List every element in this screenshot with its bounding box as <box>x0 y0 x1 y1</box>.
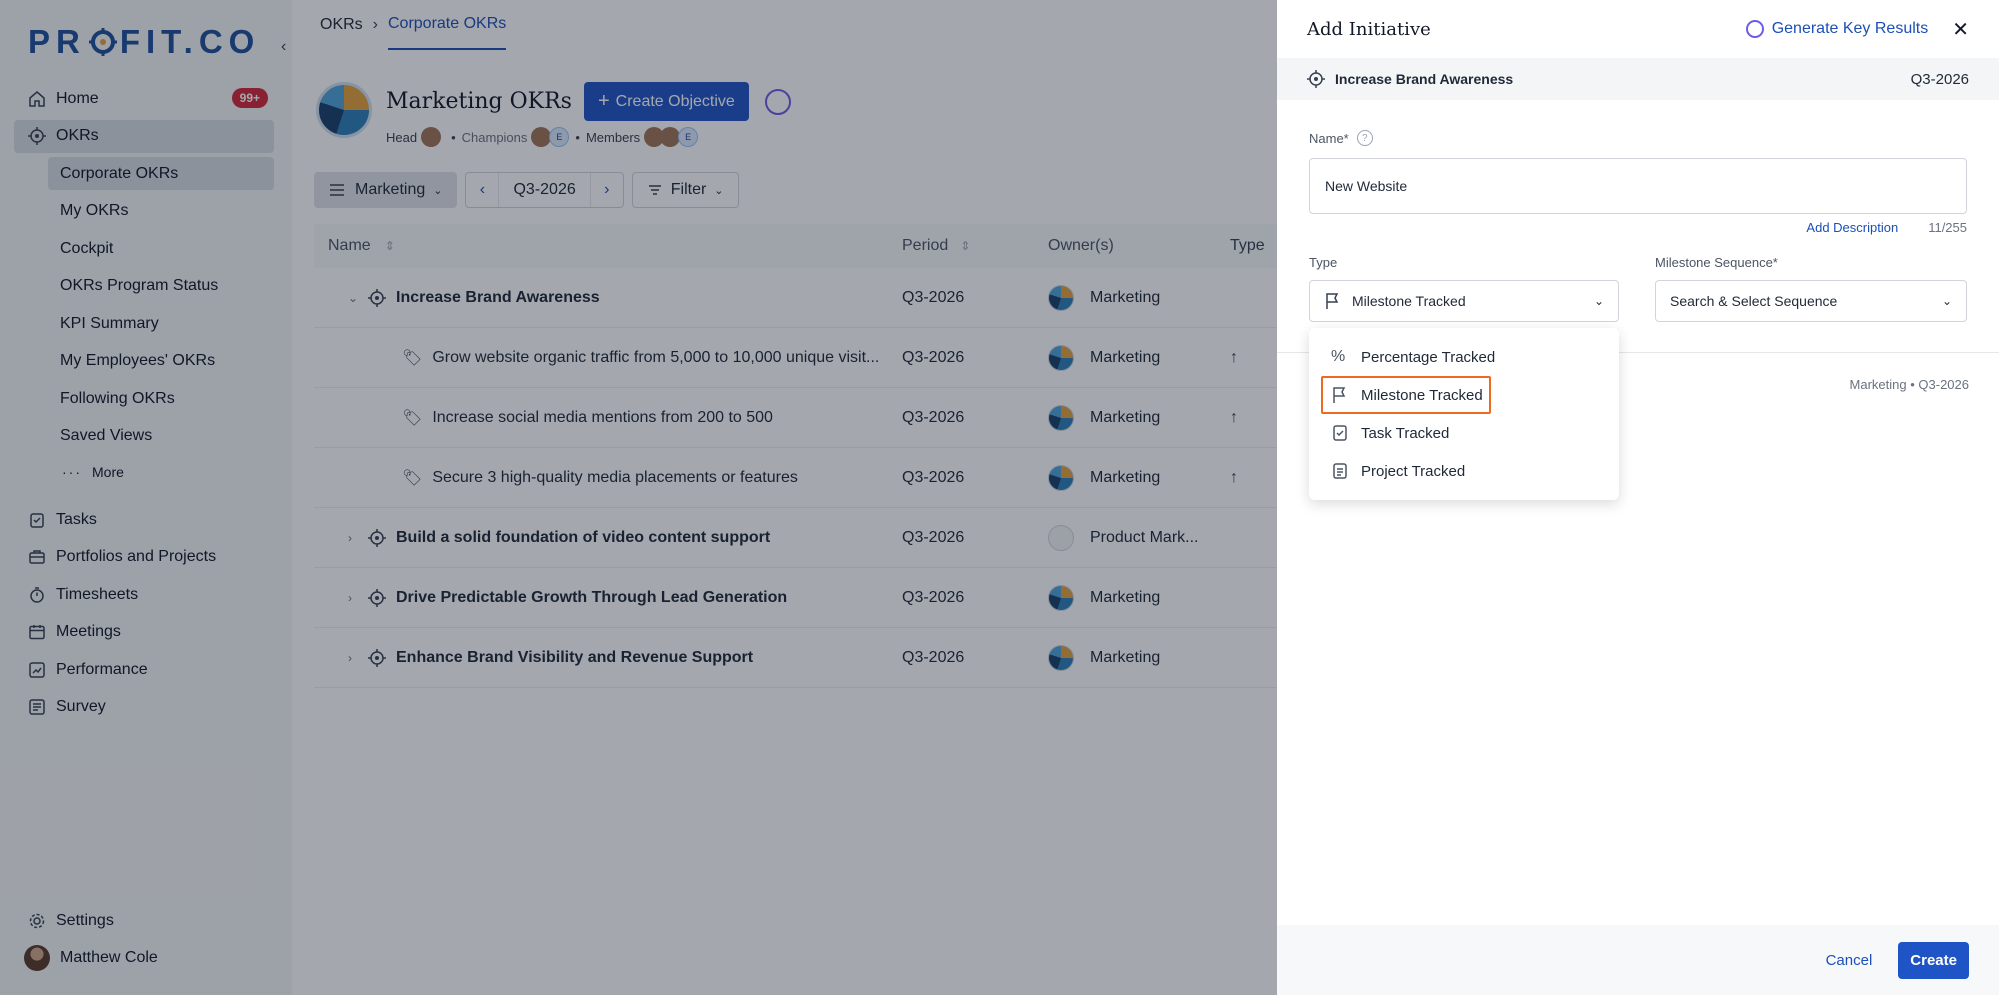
chevron-down-icon: ⌄ <box>1593 294 1604 308</box>
option-label: Percentage Tracked <box>1361 348 1496 366</box>
name-label: Name* <box>1309 130 1349 146</box>
cancel-button[interactable]: Cancel <box>1826 952 1873 969</box>
option-label: Milestone Tracked <box>1361 386 1483 404</box>
type-selected-value: Milestone Tracked <box>1352 293 1466 309</box>
link-label: Generate Key Results <box>1771 20 1929 37</box>
percent-icon: % <box>1331 348 1346 365</box>
create-button[interactable]: Create <box>1898 941 1969 979</box>
objective-target-icon <box>1307 70 1325 88</box>
modal-backdrop[interactable] <box>0 0 1277 995</box>
add-initiative-panel: Add Initiative Generate Key Results ✕ In… <box>1277 0 1999 995</box>
project-document-icon <box>1333 463 1347 479</box>
panel-title: Add Initiative <box>1307 18 1431 40</box>
option-label: Task Tracked <box>1361 424 1450 442</box>
initiative-name-input[interactable]: New Website <box>1309 158 1967 214</box>
flag-icon <box>1326 293 1339 309</box>
panel-footer: Cancel Create <box>1277 925 1999 995</box>
key-result-meta: Marketing • Q3-2026 <box>1849 377 1969 392</box>
ai-sparkle-icon <box>1745 20 1764 38</box>
option-percentage-tracked[interactable]: % Percentage Tracked <box>1321 338 1607 376</box>
help-icon[interactable]: ? <box>1356 130 1373 146</box>
character-count: 11/255 <box>1928 220 1967 235</box>
chevron-down-icon: ⌄ <box>1941 294 1952 308</box>
milestone-sequence-label: Milestone Sequence* <box>1655 255 1778 270</box>
task-check-icon <box>1333 425 1347 441</box>
add-description-link[interactable]: Add Description <box>1806 220 1898 235</box>
type-select[interactable]: Milestone Tracked ⌄ <box>1309 280 1619 322</box>
close-icon[interactable]: ✕ <box>1952 17 1969 42</box>
parent-objective-name: Increase Brand Awareness <box>1335 71 1514 87</box>
initiative-form: Name* ? New Website Add Description 11/2… <box>1277 100 1999 322</box>
option-task-tracked[interactable]: Task Tracked <box>1321 414 1607 452</box>
parent-objective-bar: Increase Brand Awareness Q3-2026 <box>1277 58 1999 100</box>
generate-key-results-link[interactable]: Generate Key Results <box>1745 20 1929 38</box>
parent-objective-period: Q3-2026 <box>1910 70 1969 88</box>
type-dropdown-menu: % Percentage Tracked Milestone Tracked T… <box>1309 328 1619 500</box>
type-label: Type <box>1309 255 1338 270</box>
option-project-tracked[interactable]: Project Tracked <box>1321 452 1607 490</box>
milestone-sequence-select[interactable]: Search & Select Sequence ⌄ <box>1655 280 1967 322</box>
option-label: Project Tracked <box>1361 462 1466 480</box>
milestone-placeholder: Search & Select Sequence <box>1670 293 1838 309</box>
option-milestone-tracked[interactable]: Milestone Tracked <box>1321 376 1491 414</box>
panel-header: Add Initiative Generate Key Results ✕ <box>1277 0 1999 58</box>
flag-icon <box>1333 387 1346 403</box>
